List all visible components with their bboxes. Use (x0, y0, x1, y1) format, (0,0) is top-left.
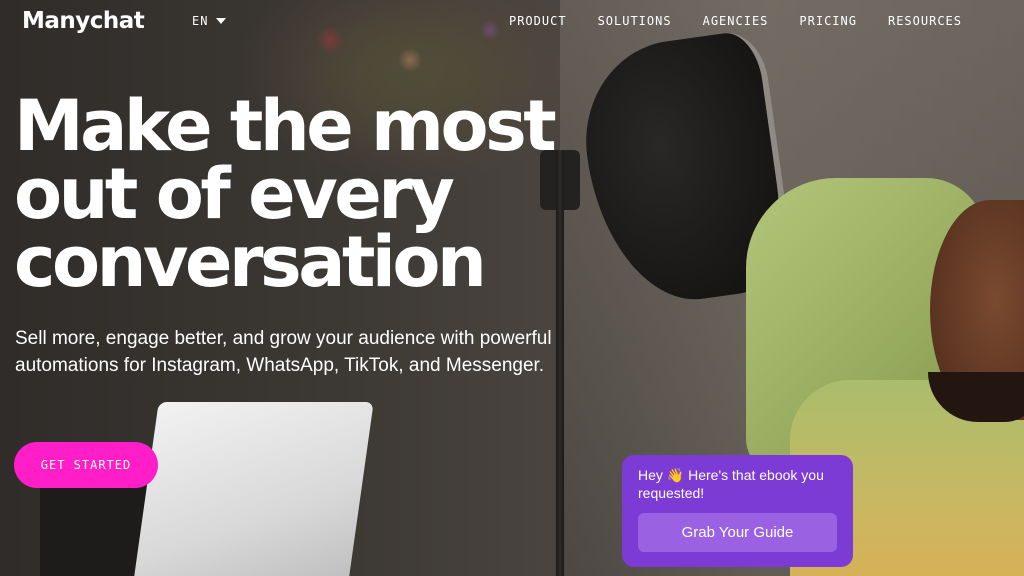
chat-widget: Hey 👋 Here's that ebook you requested! G… (622, 455, 853, 567)
top-navigation: Manychat EN PRODUCT SOLUTIONS AGENCIES P… (0, 0, 1024, 44)
laptop-photo (132, 402, 374, 576)
headline-line-1: Make the most (14, 85, 557, 167)
nav-agencies[interactable]: AGENCIES (703, 14, 769, 28)
nav-product[interactable]: PRODUCT (509, 14, 567, 28)
manychat-logo[interactable]: Manychat (22, 8, 145, 34)
hero-headline: Make the most out of every conversation (14, 85, 654, 303)
grab-your-guide-button[interactable]: Grab Your Guide (638, 513, 837, 552)
headline-line-3: conversation (14, 221, 487, 303)
nav-solutions[interactable]: SOLUTIONS (598, 14, 672, 28)
headline-line-2: out of every (14, 153, 455, 235)
chat-message: Hey 👋 Here's that ebook you requested! (638, 467, 824, 501)
language-selector[interactable]: EN (192, 14, 227, 28)
nav-pricing[interactable]: PRICING (799, 14, 857, 28)
language-label: EN (192, 14, 209, 28)
nav-resources[interactable]: RESOURCES (888, 14, 962, 28)
get-started-button[interactable]: GET STARTED (14, 442, 158, 488)
chevron-down-icon (216, 18, 227, 24)
main-nav: PRODUCT SOLUTIONS AGENCIES PRICING RESOU… (509, 14, 962, 28)
hero-subheading: Sell more, engage better, and grow your … (15, 328, 552, 376)
